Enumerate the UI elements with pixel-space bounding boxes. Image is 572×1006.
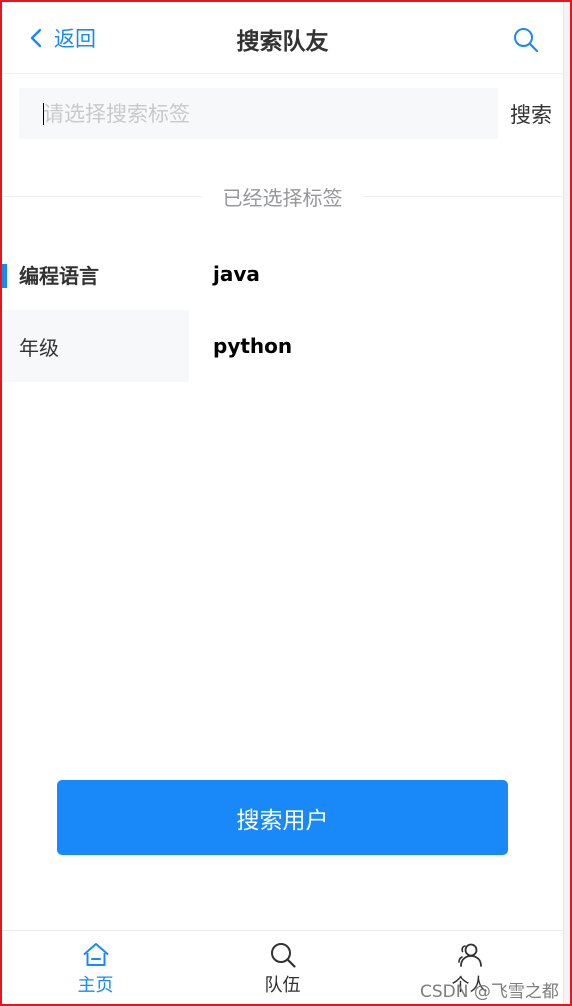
tree-nav-item-programming-language[interactable]: 编程语言 xyxy=(2,238,189,310)
watermark: CSDN @飞雪之都 xyxy=(420,982,559,1002)
user-icon xyxy=(457,943,482,967)
tab-home-label: 主页 xyxy=(77,975,114,996)
search-action-button[interactable]: 搜索 xyxy=(510,99,552,129)
scrollbar[interactable] xyxy=(563,2,570,1004)
selected-tags-divider: 已经选择标签 xyxy=(2,182,563,210)
search-users-button[interactable]: 搜索用户 xyxy=(57,780,508,855)
tab-home[interactable]: 主页 xyxy=(2,931,189,1004)
tree-select-nav: 编程语言 年级 xyxy=(2,238,189,382)
text-caret xyxy=(43,103,44,125)
search-icon xyxy=(270,943,296,968)
tree-option-python[interactable]: python xyxy=(189,310,563,382)
divider-line-left xyxy=(2,195,203,197)
search-field[interactable] xyxy=(19,88,498,139)
tab-team-label: 队伍 xyxy=(264,975,301,996)
tab-team[interactable]: 队伍 xyxy=(189,931,376,1004)
tree-nav-item-grade[interactable]: 年级 xyxy=(2,310,189,382)
nav-bar: 返回 搜索队友 xyxy=(2,2,563,74)
tree-select-content: java python xyxy=(189,238,563,382)
search-icon[interactable] xyxy=(512,26,540,54)
home-icon xyxy=(83,943,108,966)
tree-option-java[interactable]: java xyxy=(189,238,563,310)
app-screen: 返回 搜索队友 搜索 已经选择标签 编程语言 年级 java python 搜索… xyxy=(2,2,563,1004)
page-title: 搜索队友 xyxy=(236,29,329,55)
divider-text: 已经选择标签 xyxy=(222,185,343,210)
search-input[interactable] xyxy=(43,88,483,139)
divider-line-right xyxy=(362,195,563,197)
